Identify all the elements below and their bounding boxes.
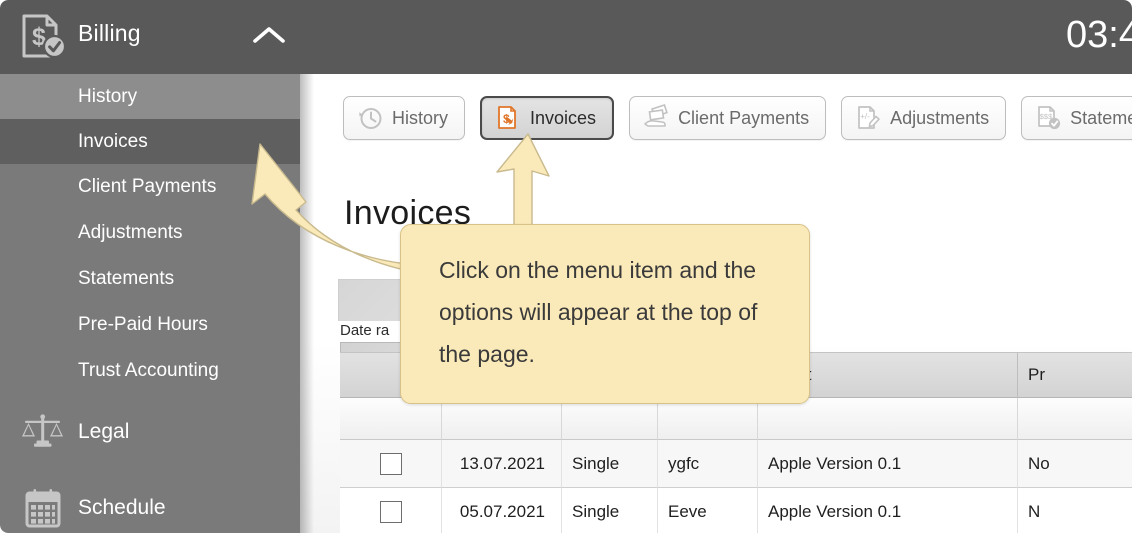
row-date: 05.07.2021: [442, 488, 562, 533]
content-toolbar: History $ Invoices: [300, 92, 1132, 144]
sidebar-item-trust-accounting[interactable]: Trust Accounting: [0, 348, 300, 393]
sidebar-group-legal[interactable]: Legal: [0, 406, 300, 458]
app-window: History $ Invoices: [0, 0, 1132, 533]
table-filter-type[interactable]: [562, 398, 658, 440]
table-filter-row: [340, 398, 1132, 440]
scales-of-justice-icon: [18, 411, 68, 453]
sidebar-item-pre-paid-hours[interactable]: Pre-Paid Hours: [0, 302, 300, 347]
brand-title: Billing: [78, 20, 141, 46]
table-filter-select: [340, 398, 442, 440]
date-range-label: Date ra: [340, 322, 390, 339]
sidebar-item-invoices[interactable]: Invoices: [0, 119, 300, 164]
toolbar-button-invoices-label: Invoices: [530, 107, 597, 128]
sidebar-item-client-payments[interactable]: Client Payments: [0, 164, 300, 209]
table-filter-date[interactable]: [442, 398, 562, 440]
callout-bubble: Click on the menu item and the options w…: [400, 224, 810, 404]
toolbar-button-statements[interactable]: $$$ Statements: [1021, 96, 1132, 140]
invoice-dollar-check-icon: $: [17, 12, 69, 62]
row-checkbox[interactable]: [379, 500, 402, 523]
sidebar-item-label: Pre-Paid Hours: [78, 313, 208, 335]
invoice-icon: $: [494, 104, 522, 132]
clock-display: 03:4: [1066, 14, 1132, 56]
statement-check-icon: $$$: [1034, 104, 1062, 132]
toolbar-button-client-payments[interactable]: Client Payments: [629, 96, 827, 140]
row-checkbox-cell[interactable]: [340, 440, 442, 488]
callout-text: Click on the menu item and the options w…: [439, 257, 758, 367]
hand-money-icon: [642, 104, 670, 132]
chevron-up-icon[interactable]: [250, 22, 288, 50]
sidebar-item-label: Trust Accounting: [78, 359, 219, 381]
calendar-icon: [18, 487, 68, 529]
row-checkbox[interactable]: [379, 452, 402, 475]
sidebar-item-label: Adjustments: [78, 221, 183, 243]
row-client-link[interactable]: Apple Version 0.1: [758, 488, 1018, 533]
row-date: 13.07.2021: [442, 440, 562, 488]
sidebar-item-label: Client Payments: [78, 175, 217, 197]
table-header-pro[interactable]: Pr: [1018, 352, 1132, 398]
sidebar-item-label: Statements: [78, 267, 175, 289]
svg-text:+/-: +/-: [860, 112, 870, 121]
clock-history-icon: [356, 104, 384, 132]
table-row[interactable]: 05.07.2021 Single Eeve Apple Version 0.1…: [340, 488, 1132, 533]
sidebar: History Invoices Client Payments Adjustm…: [0, 74, 300, 533]
row-pro: No: [1018, 440, 1132, 488]
row-type: Single: [562, 488, 658, 533]
table-body: 13.07.2021 Single ygfc Apple Version 0.1…: [340, 440, 1132, 533]
row-matter: Eeve: [658, 488, 758, 533]
table-filter-client[interactable]: [758, 398, 1018, 440]
toolbar-button-client-payments-label: Client Payments: [678, 107, 810, 128]
sidebar-group-label: Legal: [78, 420, 130, 443]
sidebar-item-label: Invoices: [78, 130, 148, 152]
toolbar-button-adjustments-label: Adjustments: [890, 107, 990, 128]
toolbar-button-history-label: History: [392, 107, 449, 128]
sidebar-item-statements[interactable]: Statements: [0, 256, 300, 301]
row-type: Single: [562, 440, 658, 488]
sidebar-item-label: History: [78, 85, 138, 107]
table-filter-pro[interactable]: [1018, 398, 1132, 440]
toolbar-button-invoices[interactable]: $ Invoices: [480, 96, 615, 140]
toolbar-button-adjustments[interactable]: +/- Adjustments: [841, 96, 1007, 140]
table-row[interactable]: 13.07.2021 Single ygfc Apple Version 0.1…: [340, 440, 1132, 488]
row-pro: N: [1018, 488, 1132, 533]
row-matter: ygfc: [658, 440, 758, 488]
toolbar-button-history[interactable]: History: [343, 96, 466, 140]
row-checkbox-cell[interactable]: [340, 488, 442, 533]
sidebar-item-adjustments[interactable]: Adjustments: [0, 210, 300, 255]
toolbar-button-statements-label: Statements: [1070, 107, 1132, 128]
adjustment-pencil-icon: +/-: [854, 104, 882, 132]
row-client-link[interactable]: Apple Version 0.1: [758, 440, 1018, 488]
topbar: $ Billing 03:4: [0, 0, 1132, 74]
table-filter-matter[interactable]: [658, 398, 758, 440]
sidebar-group-label: Schedule: [78, 496, 166, 519]
sidebar-group-schedule[interactable]: Schedule: [0, 482, 300, 533]
sidebar-item-history[interactable]: History: [0, 74, 300, 119]
